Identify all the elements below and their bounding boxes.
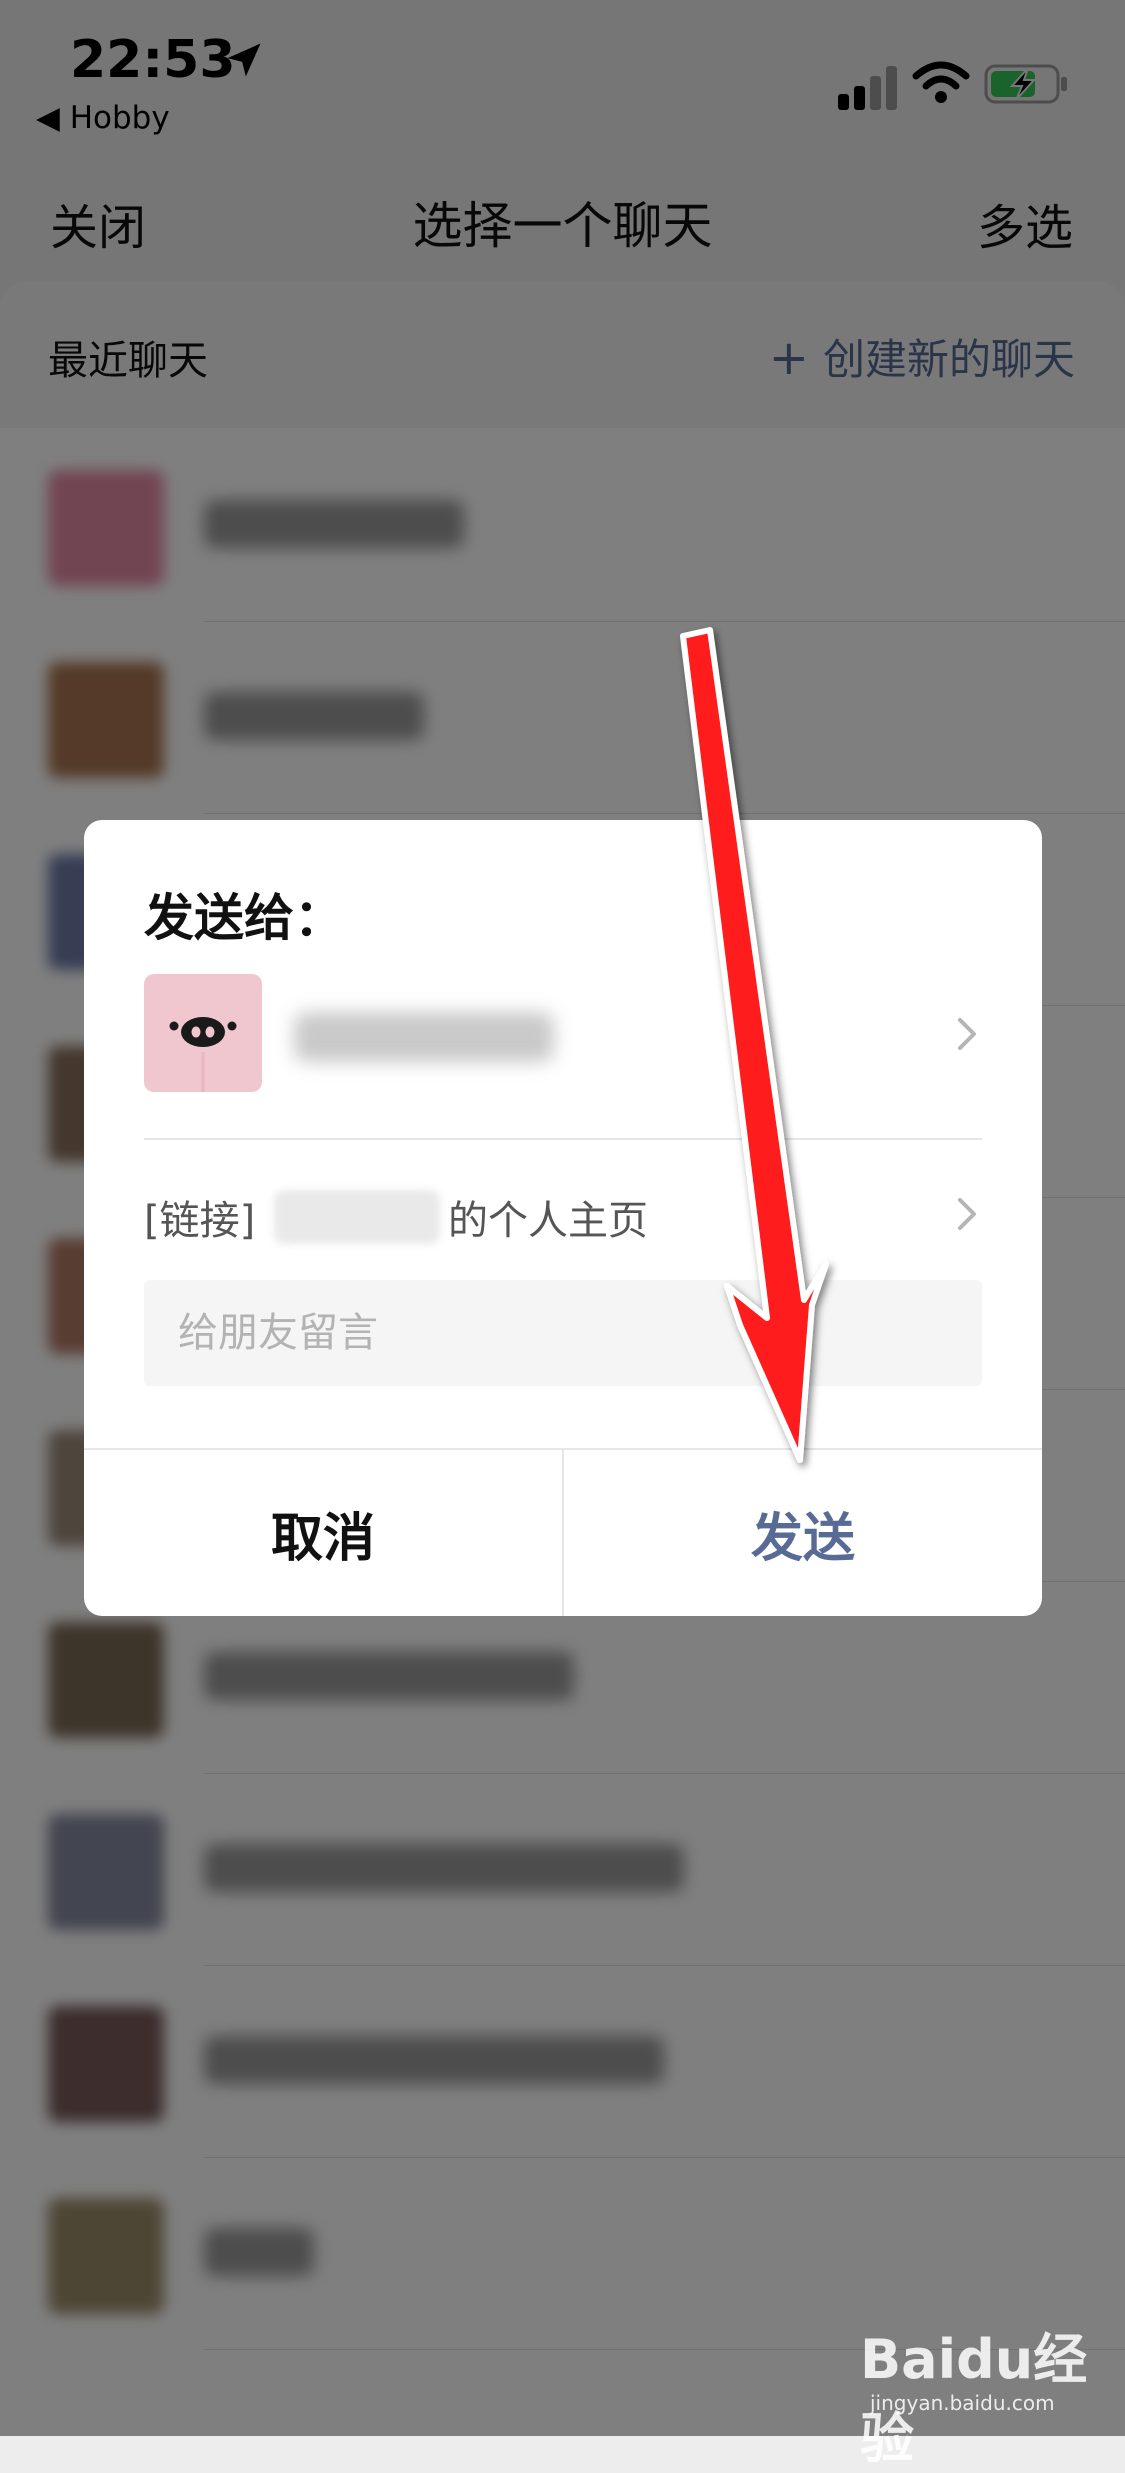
avatar bbox=[144, 974, 262, 1092]
dialog-title: 发送给： bbox=[144, 889, 344, 947]
link-prefix: [链接] bbox=[144, 1198, 256, 1244]
send-to-dialog: 发送给： [链接] 的个人主页 取消 发送 bbox=[84, 820, 1042, 1616]
chevron-right-icon bbox=[958, 1018, 976, 1050]
cancel-button[interactable]: 取消 bbox=[84, 1450, 562, 1616]
recipient-name-redacted bbox=[294, 1012, 554, 1062]
profile-name-redacted bbox=[274, 1190, 440, 1244]
divider bbox=[144, 1138, 982, 1140]
watermark-url: jingyan.baidu.com bbox=[870, 2391, 1055, 2415]
message-input[interactable] bbox=[144, 1280, 982, 1386]
recipient-row[interactable] bbox=[144, 974, 982, 1096]
baidu-watermark: Baidu经验 jingyan.baidu.com bbox=[860, 2315, 1090, 2470]
link-suffix: 的个人主页 bbox=[448, 1198, 648, 1244]
chevron-right-icon bbox=[958, 1198, 976, 1230]
send-button[interactable]: 发送 bbox=[564, 1450, 1042, 1616]
pig-icon bbox=[169, 1017, 237, 1092]
shared-link-row[interactable]: [链接] 的个人主页 bbox=[144, 1180, 982, 1250]
